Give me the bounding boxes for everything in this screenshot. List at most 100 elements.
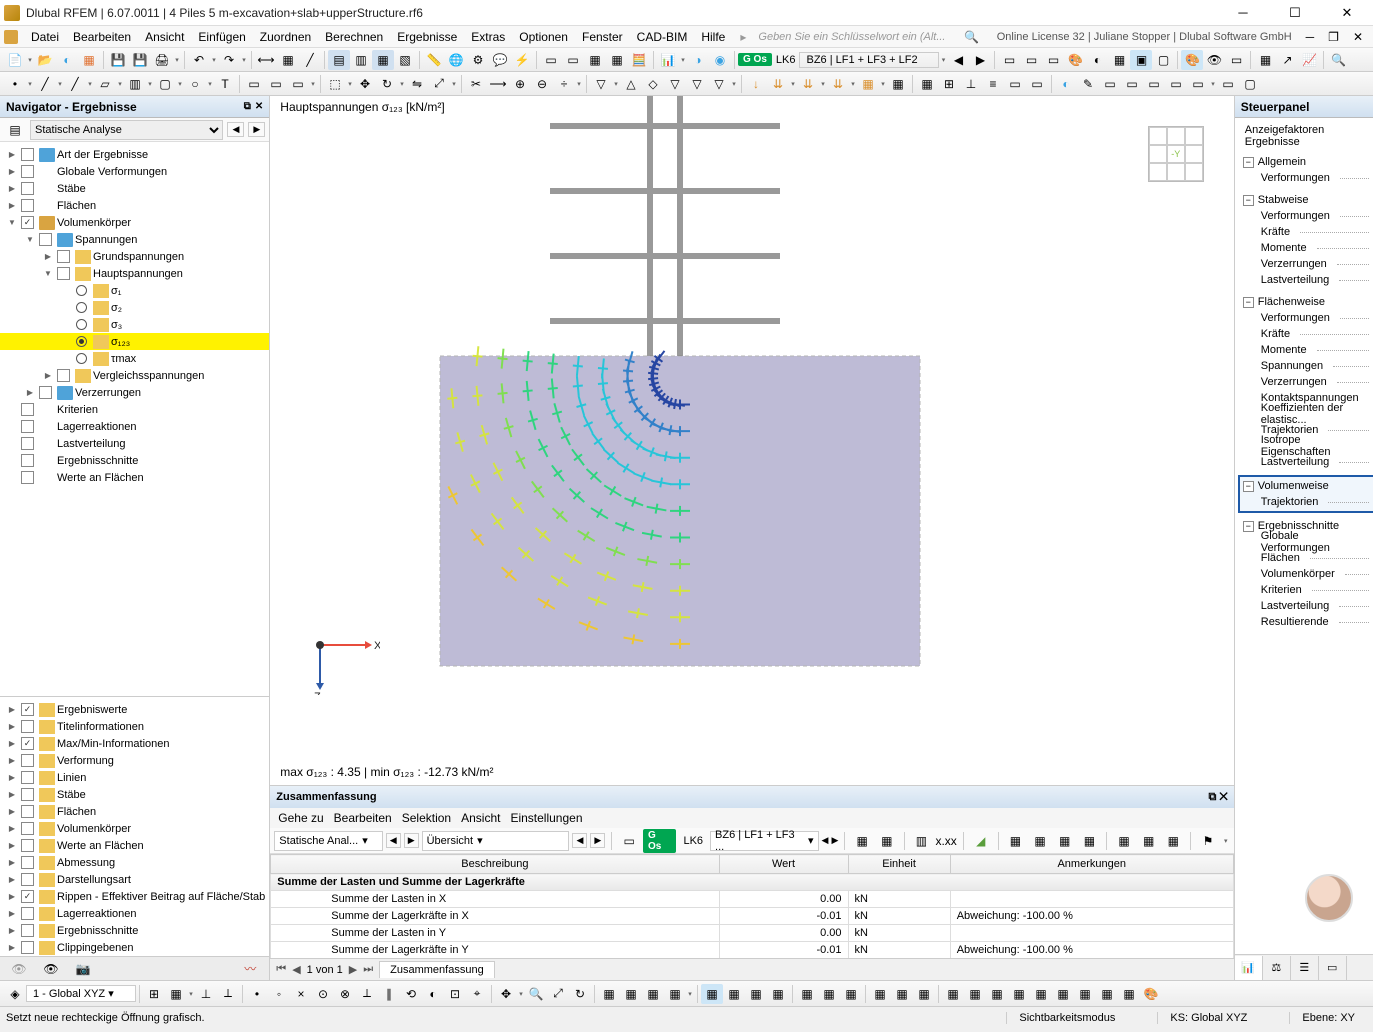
summary-col-header[interactable]: Einheit	[848, 855, 950, 874]
display-item[interactable]: ▶Stäbe	[0, 786, 269, 803]
r1-icon[interactable]: ◐	[1055, 74, 1077, 94]
bt13-icon[interactable]: ◐	[422, 984, 444, 1004]
tree-item[interactable]: ▼Hauptspannungen	[0, 265, 269, 282]
bt11-icon[interactable]: ∥	[378, 984, 400, 1004]
view2-icon[interactable]: ▭	[1020, 50, 1042, 70]
menu-cad-bim[interactable]: CAD-BIM	[630, 28, 695, 46]
line2-icon[interactable]: ╱	[34, 74, 56, 94]
bt33-icon[interactable]: ▦	[913, 984, 935, 1004]
tree-item[interactable]: ▶Verzerrungen	[0, 384, 269, 401]
st8-icon[interactable]: ▦	[1054, 831, 1076, 851]
shade-icon[interactable]: ◐	[1086, 50, 1108, 70]
bt35-icon[interactable]: ▦	[964, 984, 986, 1004]
sup2-icon[interactable]: △	[620, 74, 642, 94]
summary-menu-einstellungen[interactable]: Einstellungen	[510, 811, 582, 825]
cp-row[interactable]: Verformungen0.00	[1239, 310, 1373, 326]
st4-icon[interactable]: x.xx	[935, 831, 957, 851]
maximize-button[interactable]: ☐	[1273, 0, 1317, 26]
inner-close-button[interactable]: ✕	[1347, 30, 1369, 44]
cp-tab-scale[interactable]: ⚖	[1263, 956, 1291, 980]
chart-icon[interactable]: 📈	[1298, 50, 1320, 70]
cp-row[interactable]: Lastverteilung1.00	[1239, 272, 1373, 288]
camera-icon[interactable]: 📷	[70, 959, 96, 979]
split-icon[interactable]: ⊖	[531, 74, 553, 94]
bt40-icon[interactable]: ▦	[1074, 984, 1096, 1004]
bt18-icon[interactable]: ⤢	[547, 984, 569, 1004]
tree-item[interactable]: Lagerreaktionen	[0, 418, 269, 435]
bt26-icon[interactable]: ▦	[745, 984, 767, 1004]
cp-row[interactable]: Verformungen1.00	[1239, 208, 1373, 224]
tree-item[interactable]: Lastverteilung	[0, 435, 269, 452]
results-on-icon[interactable]: ◑	[687, 50, 709, 70]
lc-icon[interactable]: ▭	[540, 50, 562, 70]
cp-row[interactable]: Resultierende1.00	[1239, 614, 1373, 630]
open2-icon[interactable]: ▢	[154, 74, 176, 94]
display-item[interactable]: ▶Lagerreaktionen	[0, 905, 269, 922]
cp-tab-list[interactable]: ☰	[1291, 956, 1319, 980]
nav-tool-icon[interactable]: ▤	[4, 120, 26, 140]
cp-row[interactable]: Spannungen0.00	[1239, 358, 1373, 374]
tree-item[interactable]: ▶Stäbe	[0, 180, 269, 197]
menu-fenster[interactable]: Fenster	[575, 28, 630, 46]
cs-combo[interactable]: 1 - Global XYZ ▾	[26, 985, 136, 1002]
r4-icon[interactable]: ▭	[1121, 74, 1143, 94]
global-icon[interactable]: 🌐	[445, 50, 467, 70]
surf-icon[interactable]: ▱	[94, 74, 116, 94]
hole-icon[interactable]: ○	[184, 74, 206, 94]
bt19-icon[interactable]: ↻	[569, 984, 591, 1004]
sup5-icon[interactable]: ▽	[686, 74, 708, 94]
ld6-icon[interactable]: ▦	[887, 74, 909, 94]
st3-icon[interactable]: ▥	[911, 831, 933, 851]
bt6-icon[interactable]: ◦	[268, 984, 290, 1004]
summary-prev1-icon[interactable]: ◀	[386, 833, 401, 848]
r7-icon[interactable]: ▭	[1187, 74, 1209, 94]
cp-row[interactable]: Verformungen352.78	[1239, 170, 1373, 186]
summary-col-header[interactable]: Anmerkungen	[950, 855, 1233, 874]
summary-gos-badge[interactable]: G Os	[643, 829, 677, 853]
display-item[interactable]: ▶Linien	[0, 769, 269, 786]
mesh-icon[interactable]: ▦	[584, 50, 606, 70]
bt41-icon[interactable]: ▦	[1096, 984, 1118, 1004]
save-all-icon[interactable]: 💾	[129, 50, 151, 70]
sup1-icon[interactable]: ▽	[590, 74, 612, 94]
minimize-button[interactable]: ─	[1221, 0, 1265, 26]
bt1-icon[interactable]: ⊞	[143, 984, 165, 1004]
t2-icon[interactable]: ▭	[265, 74, 287, 94]
display-item[interactable]: ▶Flächen	[0, 803, 269, 820]
bt32-icon[interactable]: ▦	[891, 984, 913, 1004]
display-item[interactable]: ▶Verformung	[0, 752, 269, 769]
analysis-type-combo[interactable]: Statische Analyse	[30, 120, 223, 140]
menu-optionen[interactable]: Optionen	[512, 28, 575, 46]
bt39-icon[interactable]: ▦	[1052, 984, 1074, 1004]
tree-item[interactable]: ▼Spannungen	[0, 231, 269, 248]
summary-pin-icon[interactable]: ⧉	[1208, 791, 1216, 803]
summary-view-combo[interactable]: Übersicht ▾	[422, 831, 570, 851]
block-icon[interactable]: ▦	[78, 50, 100, 70]
ext-icon[interactable]: ⟶	[487, 74, 509, 94]
model-edit-icon[interactable]: ▦	[277, 50, 299, 70]
tree-item[interactable]: ▶Flächen	[0, 197, 269, 214]
join-icon[interactable]: ⊕	[509, 74, 531, 94]
dim-icon[interactable]: ⟷	[255, 50, 277, 70]
cp-row[interactable]: Globale Verformungen1.00	[1239, 534, 1373, 550]
bt2-icon[interactable]: ▦	[165, 984, 187, 1004]
bt10-icon[interactable]: ⟂	[356, 984, 378, 1004]
nav-data-icon[interactable]: ▥	[350, 50, 372, 70]
st10-icon[interactable]: ▦	[1113, 831, 1135, 851]
st6-icon[interactable]: ▦	[1005, 831, 1027, 851]
bt42-icon[interactable]: ▦	[1118, 984, 1140, 1004]
cp-group-header[interactable]: −Allgemein	[1239, 154, 1373, 170]
bt20-icon[interactable]: ▦	[598, 984, 620, 1004]
bt36-icon[interactable]: ▦	[986, 984, 1008, 1004]
summary-table[interactable]: BeschreibungWertEinheitAnmerkungen Summe…	[270, 854, 1233, 958]
color-icon[interactable]: 🎨	[1181, 50, 1203, 70]
wire-icon[interactable]: ▦	[1108, 50, 1130, 70]
undo-icon[interactable]: ↶	[188, 50, 210, 70]
transparent-icon[interactable]: ▢	[1152, 50, 1174, 70]
bt30-icon[interactable]: ▦	[840, 984, 862, 1004]
r6-icon[interactable]: ▭	[1165, 74, 1187, 94]
cp-row[interactable]: Kriterien1.00	[1239, 582, 1373, 598]
export-icon[interactable]: ↗	[1276, 50, 1298, 70]
bt23-icon[interactable]: ▦	[664, 984, 686, 1004]
cp-tab-filter[interactable]: ▭	[1319, 956, 1347, 980]
